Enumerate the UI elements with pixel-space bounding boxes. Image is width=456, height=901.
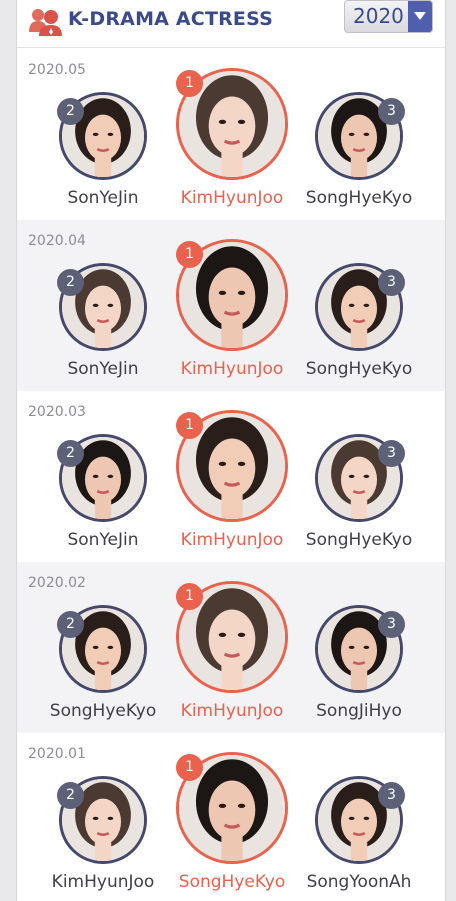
year-select[interactable]: 2020 bbox=[344, 0, 433, 33]
rank-badge: 2 bbox=[57, 611, 84, 638]
rank-badge: 1 bbox=[176, 412, 203, 439]
month-date: 2020.04 bbox=[28, 233, 86, 249]
rank-badge: 3 bbox=[378, 440, 405, 467]
rank-badge: 1 bbox=[176, 754, 203, 781]
app-frame: K-DRAMA ACTRESS 2020 2020.05 2 SonYeJin 1 Ki… bbox=[16, 0, 446, 901]
month-row: 2020.03 2 SonYeJin 1 KimHyunJoo 3 SongHyeKyo bbox=[17, 391, 445, 562]
rank-badge: 2 bbox=[57, 269, 84, 296]
page-title: K-DRAMA ACTRESS bbox=[68, 8, 274, 30]
rank-badge: 3 bbox=[378, 269, 405, 296]
actress-name[interactable]: SongJiHyo bbox=[279, 701, 439, 721]
month-row: 2020.05 2 SonYeJin 1 KimHyunJoo 3 SongHyeKyo bbox=[17, 49, 445, 220]
year-select-value: 2020 bbox=[353, 4, 404, 28]
rank-badge: 1 bbox=[176, 241, 203, 268]
month-date: 2020.02 bbox=[28, 575, 86, 591]
rank-badge: 3 bbox=[378, 611, 405, 638]
month-date: 2020.05 bbox=[28, 62, 86, 78]
rank-badge: 2 bbox=[57, 782, 84, 809]
header-bar: K-DRAMA ACTRESS 2020 bbox=[17, 0, 445, 48]
actress-name[interactable]: SongHyeKyo bbox=[279, 530, 439, 550]
rank-badge: 1 bbox=[176, 583, 203, 610]
month-date: 2020.01 bbox=[28, 746, 86, 762]
month-row: 2020.02 2 SongHyeKyo 1 KimHyunJoo 3 SongJiHyo bbox=[17, 562, 445, 733]
month-row: 2020.04 2 SonYeJin 1 KimHyunJoo 3 SongHyeKyo bbox=[17, 220, 445, 391]
rank-badge: 3 bbox=[378, 98, 405, 125]
rank-badge: 1 bbox=[176, 70, 203, 97]
actress-name[interactable]: SongHyeKyo bbox=[279, 188, 439, 208]
month-row: 2020.01 2 KimHyunJoo 1 SongHyeKyo 3 SongYoonAh bbox=[17, 733, 445, 901]
rank-badge: 3 bbox=[378, 782, 405, 809]
people-user-icon bbox=[27, 4, 63, 38]
rank-badge: 2 bbox=[57, 98, 84, 125]
month-date: 2020.03 bbox=[28, 404, 86, 420]
actress-name[interactable]: SongHyeKyo bbox=[279, 359, 439, 379]
rank-badge: 2 bbox=[57, 440, 84, 467]
actress-name[interactable]: SongYoonAh bbox=[279, 872, 439, 892]
chevron-down-icon[interactable] bbox=[408, 1, 432, 32]
